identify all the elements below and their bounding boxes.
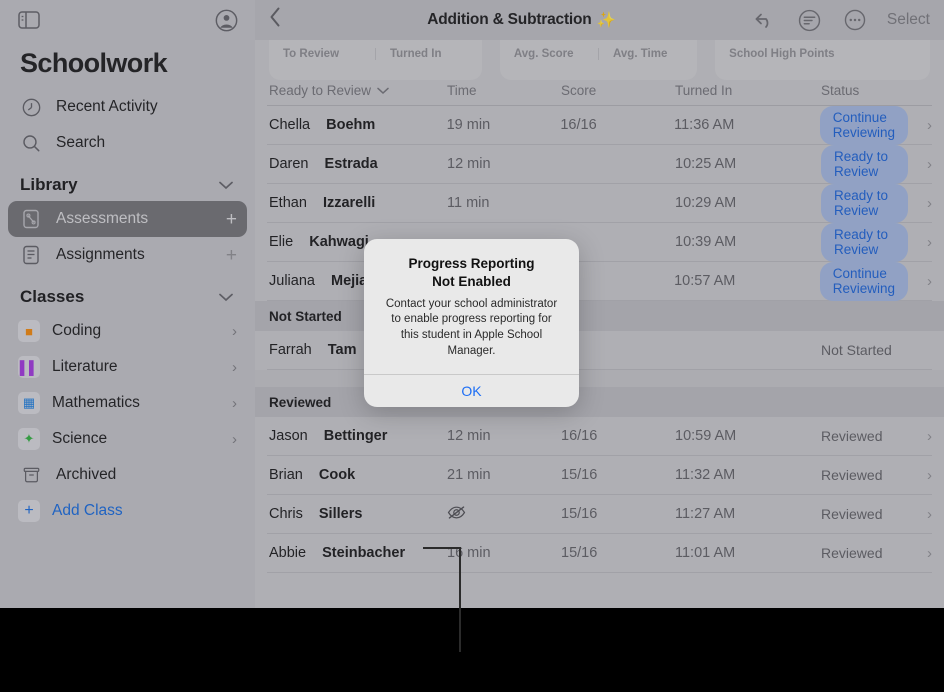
screenshot-root: Schoolwork Recent Activity Search Librar… bbox=[0, 0, 944, 692]
callout-leader-line-vertical bbox=[459, 547, 461, 652]
progress-reporting-alert: Progress Reporting Not Enabled Contact y… bbox=[364, 239, 579, 408]
alert-title-line1: Progress Reporting bbox=[408, 256, 535, 271]
alert-title-line2: Not Enabled bbox=[432, 273, 511, 289]
app-screen: Schoolwork Recent Activity Search Librar… bbox=[0, 0, 944, 608]
alert-title: Progress Reporting Not Enabled bbox=[382, 255, 561, 291]
alert-ok-button[interactable]: OK bbox=[364, 374, 579, 407]
alert-body: Progress Reporting Not Enabled Contact y… bbox=[364, 239, 579, 374]
callout-leader-line-horizontal bbox=[423, 547, 461, 549]
alert-message: Contact your school administrator to ena… bbox=[385, 297, 558, 358]
